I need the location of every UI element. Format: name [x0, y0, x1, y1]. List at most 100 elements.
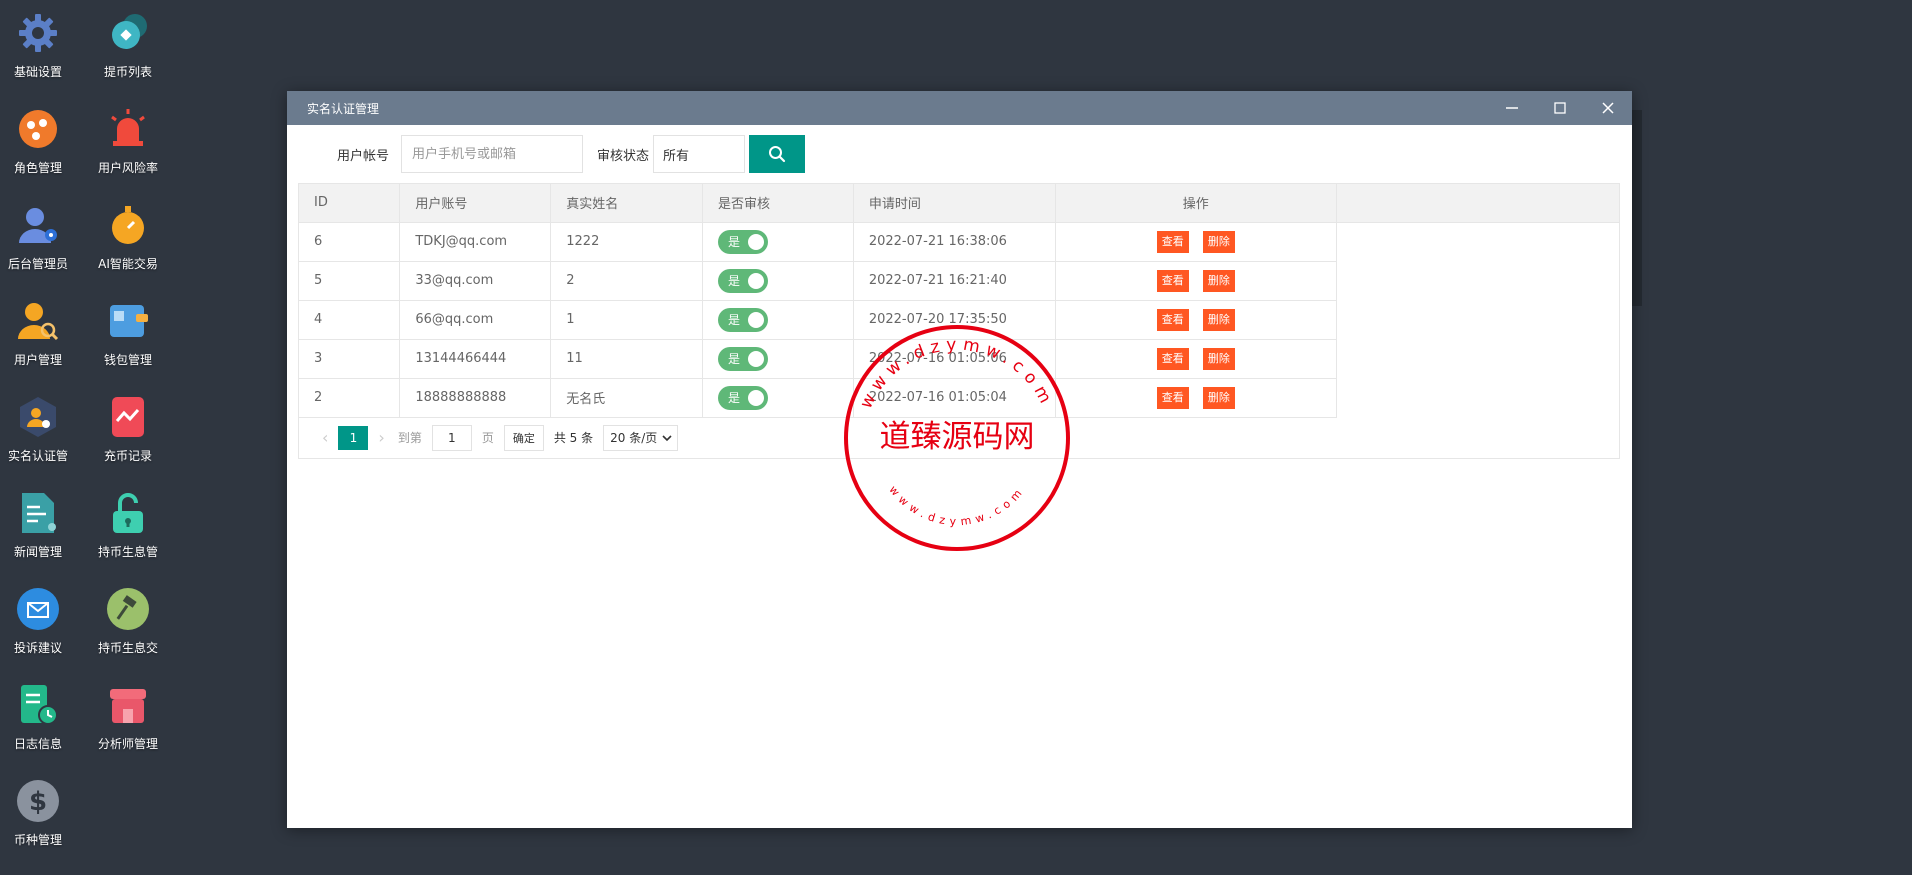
- cell-audit: 是: [702, 300, 854, 340]
- account-label: 用户帐号: [337, 148, 390, 164]
- desktop-shortcut-label: 提币列表: [103, 65, 152, 79]
- status-select-value: 所有: [663, 148, 690, 164]
- desktop-shortcut[interactable]: 后台管理员: [0, 192, 83, 282]
- account-search-input[interactable]: [401, 135, 584, 173]
- cell-filler: [1337, 339, 1619, 378]
- cell-id: 3: [299, 339, 401, 379]
- view-button[interactable]: 查看: [1156, 230, 1189, 253]
- delete-button[interactable]: 删除: [1202, 269, 1235, 292]
- delete-button[interactable]: 删除: [1202, 347, 1235, 370]
- hammer-icon: [103, 584, 153, 634]
- minimize-button[interactable]: [1488, 91, 1536, 125]
- page-suffix: 页: [481, 431, 494, 445]
- col-header-id: ID: [299, 184, 401, 223]
- audit-toggle[interactable]: 是: [718, 346, 769, 371]
- close-icon: [1602, 102, 1614, 114]
- cell-audit: 是: [702, 339, 854, 379]
- desktop-shortcut[interactable]: 分析师管理: [83, 672, 173, 762]
- delete-button[interactable]: 删除: [1202, 308, 1235, 331]
- desktop-shortcut-label: AI智能交易: [98, 257, 158, 271]
- cell-actions: 查看 删除: [1055, 261, 1338, 301]
- goto-confirm-button[interactable]: 确定: [503, 424, 544, 451]
- delete-button[interactable]: 删除: [1202, 386, 1235, 409]
- close-button[interactable]: [1584, 91, 1632, 125]
- desktop-shortcut[interactable]: 提币列表: [83, 0, 173, 90]
- cell-name: 1: [550, 300, 704, 340]
- total-count: 共 5 条: [553, 431, 594, 445]
- cell-id: 5: [299, 261, 401, 301]
- desktop-shortcut[interactable]: 投诉建议: [0, 576, 83, 666]
- role-icon: [13, 104, 63, 154]
- news-icon: [13, 488, 63, 538]
- desktop-shortcut[interactable]: 持币生息交: [83, 576, 173, 666]
- cell-actions: 查看 删除: [1055, 339, 1338, 379]
- col-header-name: 真实姓名: [550, 184, 704, 223]
- desktop-shortcut[interactable]: $ 币种管理: [0, 768, 83, 858]
- table-header-row: ID 用户账号 真实姓名 是否审核 申请时间 操作: [299, 184, 1619, 223]
- cell-account: TDKJ@qq.com: [399, 222, 552, 262]
- window-titlebar[interactable]: 实名认证管理: [287, 91, 1632, 125]
- desktop-shortcut[interactable]: 充币记录: [83, 384, 173, 474]
- cell-account: 13144466444: [399, 339, 552, 379]
- desktop-shortcut-label: 钱包管理: [103, 353, 152, 367]
- cell-actions: 查看 删除: [1055, 300, 1338, 340]
- toggle-knob: [748, 311, 765, 328]
- next-page-button[interactable]: ›: [378, 428, 384, 447]
- desktop-shortcut-label: 后台管理员: [7, 257, 68, 271]
- cell-filler: [1337, 222, 1619, 261]
- audit-toggle[interactable]: 是: [718, 307, 769, 332]
- desktop-shortcut[interactable]: AI智能交易: [83, 192, 173, 282]
- audit-toggle[interactable]: 是: [718, 229, 769, 254]
- desktop-shortcut[interactable]: 实名认证管: [0, 384, 83, 474]
- page-size-select[interactable]: 20 条/页: [603, 424, 679, 451]
- desktop-shortcut-label: 币种管理: [13, 833, 62, 847]
- maximize-button[interactable]: [1536, 91, 1584, 125]
- audit-toggle[interactable]: 是: [718, 268, 769, 293]
- desktop-shortcut[interactable]: 持币生息管: [83, 480, 173, 570]
- wallet-icon: [103, 296, 153, 346]
- current-page[interactable]: 1: [338, 425, 369, 450]
- cell-audit: 是: [702, 222, 854, 262]
- user-search-icon: [13, 296, 63, 346]
- desktop-shortcut-label: 分析师管理: [97, 737, 158, 751]
- alarm-icon: [103, 104, 153, 154]
- desktop-shortcut[interactable]: 用户风险率: [83, 96, 173, 186]
- desktop-shortcut-label: 充币记录: [103, 449, 152, 463]
- minimize-icon: [1506, 107, 1518, 109]
- cell-time: 2022-07-16 01:05:04: [853, 378, 1056, 418]
- view-button[interactable]: 查看: [1156, 308, 1189, 331]
- view-button[interactable]: 查看: [1156, 347, 1189, 370]
- view-button[interactable]: 查看: [1156, 269, 1189, 292]
- search-button[interactable]: [749, 135, 806, 173]
- desktop-shortcut-label: 新闻管理: [13, 545, 62, 559]
- desktop-shortcut[interactable]: 基础设置: [0, 0, 83, 90]
- audit-toggle-text: 是: [728, 274, 741, 288]
- col-header-filler: [1336, 184, 1619, 223]
- cell-name: 2: [550, 261, 704, 301]
- table-row: 5 33@qq.com 2 是 2022-07-21 16:21:40 查看 删…: [299, 261, 1619, 301]
- prev-page-button[interactable]: ‹: [322, 428, 328, 447]
- cell-audit: 是: [702, 261, 854, 301]
- desktop-shortcut-label: 持币生息交: [97, 641, 158, 655]
- unlock-icon: [103, 488, 153, 538]
- goto-page-input[interactable]: 1: [431, 424, 472, 451]
- desktop-shortcut[interactable]: 钱包管理: [83, 288, 173, 378]
- chevron-down-icon: [662, 434, 672, 441]
- desktop-shortcut[interactable]: 日志信息: [0, 672, 83, 762]
- audit-toggle-text: 是: [728, 391, 741, 405]
- delete-button[interactable]: 删除: [1202, 230, 1235, 253]
- view-button[interactable]: 查看: [1156, 386, 1189, 409]
- desktop-shortcut-label: 用户风险率: [97, 161, 158, 175]
- cell-filler: [1337, 300, 1619, 339]
- status-select[interactable]: 所有: [653, 135, 746, 173]
- mail-icon: [13, 584, 63, 634]
- desktop-shortcut[interactable]: 用户管理: [0, 288, 83, 378]
- desktop-shortcut[interactable]: 角色管理: [0, 96, 83, 186]
- shop-icon: [103, 680, 153, 730]
- cell-id: 6: [299, 222, 401, 262]
- admin-icon: [13, 200, 63, 250]
- desktop-shortcut[interactable]: 新闻管理: [0, 480, 83, 570]
- toggle-knob: [748, 389, 765, 406]
- audit-toggle[interactable]: 是: [718, 385, 769, 410]
- verify-table: ID 用户账号 真实姓名 是否审核 申请时间 操作 6 TDKJ@qq.com …: [298, 183, 1620, 459]
